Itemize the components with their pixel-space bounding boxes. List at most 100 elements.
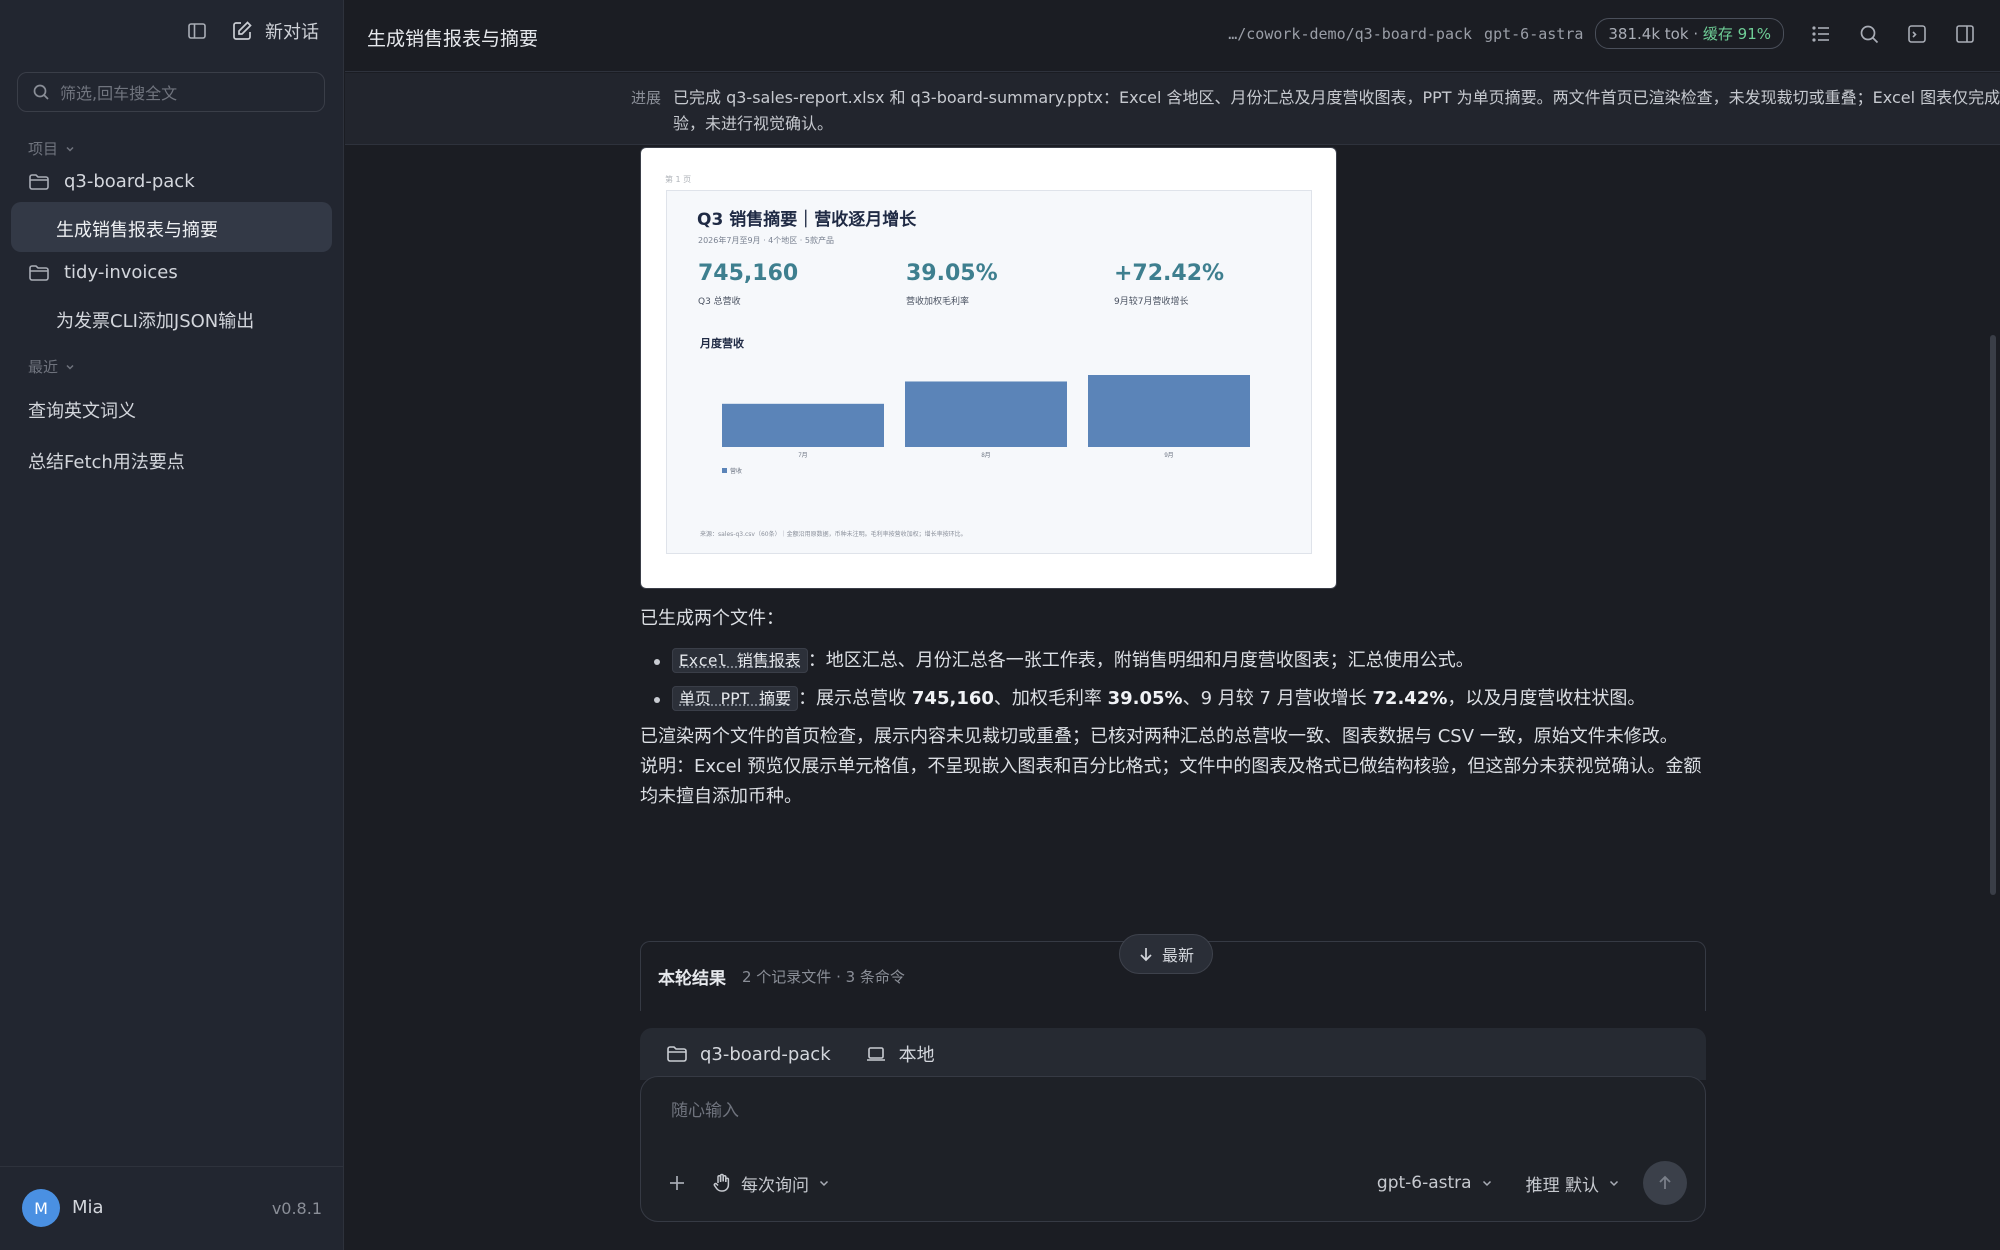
reasoning-label: 推理 默认 xyxy=(1525,1175,1599,1196)
composer: 每次询问 gpt-6-astra 推理 默认 xyxy=(640,1076,1706,1222)
laptop-icon xyxy=(866,1047,885,1061)
user-footer: M Mia v0.8.1 xyxy=(0,1166,344,1250)
slide-subtitle: 2026年7月至9月 · 4个地区 · 5款产品 xyxy=(698,236,834,245)
list-item-text: ，以及月度营收柱状图。 xyxy=(1447,688,1646,709)
conversation-header: 生成销售报表与摘要 …/cowork-demo/q3-board-pack gp… xyxy=(345,0,2000,72)
token-separator: · xyxy=(1693,25,1699,43)
search-icon[interactable] xyxy=(1858,23,1880,45)
folder-icon xyxy=(667,1046,687,1062)
page-label: 第 1 页 xyxy=(665,175,692,184)
search-icon xyxy=(33,84,49,100)
filter-placeholder: 筛选,回车搜全文 xyxy=(60,84,178,103)
header-icons xyxy=(1810,23,1976,45)
recent-item-fetch-summary[interactable]: 总结Fetch用法要点 xyxy=(28,448,185,474)
x-tick-label: 8月 xyxy=(981,452,990,459)
kpi-value: +72.42% xyxy=(1114,261,1225,286)
token-usage-badge: 381.4k tok · 缓存 91% xyxy=(1595,18,1784,49)
arrow-down-icon xyxy=(1140,948,1152,962)
composer-toolbar: 每次询问 gpt-6-astra 推理 默认 xyxy=(667,1161,1687,1205)
assistant-message: 已生成两个文件： Excel 销售报表 ：地区汇总、月份汇总各一张工作表，附销售明… xyxy=(640,604,1705,812)
approval-mode-dropdown[interactable]: 每次询问 xyxy=(711,1171,831,1196)
token-count: 381.4k tok xyxy=(1608,25,1689,43)
send-button[interactable] xyxy=(1643,1161,1687,1205)
kpi-label: Q3 总营收 xyxy=(698,297,741,307)
composer-context-bar: q3-board-pack 本地 xyxy=(640,1028,1706,1080)
excel-file-link[interactable]: Excel 销售报表 xyxy=(672,648,808,673)
sidebar-toolbar: 新对话 xyxy=(187,18,319,44)
environment-selector[interactable]: 本地 xyxy=(865,1041,935,1067)
chevron-down-icon xyxy=(66,146,74,152)
margin-value: 39.05% xyxy=(1107,688,1183,709)
list-item-text: ：展示总营收 xyxy=(798,688,912,709)
message-paragraph: 已渲染两个文件的首页检查，展示内容未见裁切或重叠；已核对两种汇总的总营收一致、图… xyxy=(640,726,1678,747)
x-tick-label: 7月 xyxy=(798,452,807,459)
add-attachment-button[interactable] xyxy=(667,1173,693,1193)
kpi-value: 745,160 xyxy=(698,261,799,286)
chart-title: 月度营收 xyxy=(700,337,744,350)
conversation-item-sales-report[interactable]: 生成销售报表与摘要 xyxy=(56,216,218,242)
new-chat-button[interactable]: 新对话 xyxy=(231,18,319,44)
recent-section-label: 最近 xyxy=(28,358,59,376)
arrow-up-icon xyxy=(1659,1175,1671,1189)
model-name: gpt-6-astra xyxy=(1484,24,1584,43)
reasoning-dropdown[interactable]: 推理 默认 xyxy=(1526,1171,1621,1196)
header-right: …/cowork-demo/q3-board-pack gpt-6-astra … xyxy=(1228,18,1976,49)
list-item: Excel 销售报表 ：地区汇总、月份汇总各一张工作表，附销售明细和月度营收图表；… xyxy=(640,646,1705,676)
progress-label: 进展 xyxy=(631,89,662,107)
slide-title: Q3 销售摘要｜营收逐月增长 xyxy=(697,210,917,230)
chevron-down-icon xyxy=(819,1180,829,1187)
user-name[interactable]: Mia xyxy=(72,1197,104,1218)
kpi-value: 39.05% xyxy=(906,261,998,286)
kpi-gross-margin: 39.05% 营收加权毛利率 xyxy=(906,261,998,307)
turn-result-title: 本轮结果 xyxy=(658,969,726,989)
list-item: 单页 PPT 摘要 ：展示总营收 745,160、加权毛利率 39.05%、9 月… xyxy=(640,684,1705,714)
terminal-icon[interactable] xyxy=(1906,23,1928,45)
project-item-tidy-invoices[interactable]: tidy-invoices xyxy=(28,262,178,283)
total-revenue-value: 745,160 xyxy=(911,688,994,709)
legend-label: 营收 xyxy=(730,467,742,475)
recent-item-word-lookup[interactable]: 查询英文词义 xyxy=(28,397,136,423)
message-intro: 已生成两个文件： xyxy=(640,608,784,629)
chevron-down-icon xyxy=(1482,1180,1491,1187)
conversation-item-invoice-json[interactable]: 为发票CLI添加JSON输出 xyxy=(56,307,254,333)
model-dropdown[interactable]: gpt-6-astra xyxy=(1377,1173,1494,1193)
compose-icon xyxy=(233,21,252,40)
kpi-label: 9月较7月营收增长 xyxy=(1114,297,1189,307)
message-paragraph: 说明：Excel 预览仅展示单元格值，不呈现嵌入图表和百分比格式；文件中的图表及… xyxy=(640,756,1702,807)
progress-banner: 进展 已完成 q3-sales-report.xlsx 和 q3-board-s… xyxy=(345,73,2000,145)
message-input[interactable] xyxy=(671,1101,1571,1121)
kpi-label: 营收加权毛利率 xyxy=(906,297,970,307)
cache-rate: 缓存 91% xyxy=(1702,25,1771,43)
file-list: Excel 销售报表 ：地区汇总、月份汇总各一张工作表，附销售明细和月度营收图表；… xyxy=(640,646,1705,714)
project-item-q3-board-pack[interactable]: q3-board-pack xyxy=(28,171,195,192)
model-label: gpt-6-astra xyxy=(1376,1173,1472,1193)
turn-result-meta: 2 个记录文件 · 3 条命令 xyxy=(742,968,905,986)
hand-icon xyxy=(713,1173,730,1192)
jump-to-latest-button[interactable]: 最新 xyxy=(1119,934,1213,974)
recent-section-header[interactable]: 最近 xyxy=(28,356,76,377)
legend-swatch xyxy=(722,468,727,473)
pptx-file-link[interactable]: 单页 PPT 摘要 xyxy=(672,686,799,711)
progress-text: 已完成 q3-sales-report.xlsx 和 q3-board-summ… xyxy=(673,88,2000,133)
pptx-page-preview[interactable]: 第 1 页 Q3 销售摘要｜营收逐月增长 2026年7月至9月 · 4个地区 ·… xyxy=(640,147,1337,589)
monthly-revenue-chart: 7月 8月 9月营收 xyxy=(722,375,1250,475)
project-name: q3-board-pack xyxy=(700,1043,831,1065)
sidebar: 新对话 筛选,回车搜全文 项目 q3-board-pack 生成销售报表与摘要 … xyxy=(0,0,344,1250)
filter-search-box[interactable]: 筛选,回车搜全文 xyxy=(17,72,325,112)
projects-section-label: 项目 xyxy=(28,140,59,158)
approval-mode-label: 每次询问 xyxy=(741,1175,809,1196)
avatar[interactable]: M xyxy=(22,1189,60,1227)
bar-9月 xyxy=(1088,375,1250,447)
growth-value: 72.42% xyxy=(1372,688,1448,709)
toggle-sidebar-icon[interactable] xyxy=(187,21,207,41)
plus-icon xyxy=(670,1176,684,1190)
environment-name: 本地 xyxy=(898,1045,935,1066)
projects-section-header[interactable]: 项目 xyxy=(28,138,76,159)
slide: Q3 销售摘要｜营收逐月增长 2026年7月至9月 · 4个地区 · 5款产品 … xyxy=(666,190,1312,554)
list-item-text: 、加权毛利率 xyxy=(993,688,1108,709)
project-selector[interactable]: q3-board-pack xyxy=(666,1044,831,1065)
scrollbar-thumb[interactable] xyxy=(1990,335,1996,895)
list-item-text: 、9 月较 7 月营收增长 xyxy=(1182,688,1373,709)
outline-list-icon[interactable] xyxy=(1810,23,1832,45)
toggle-right-panel-icon[interactable] xyxy=(1954,23,1976,45)
